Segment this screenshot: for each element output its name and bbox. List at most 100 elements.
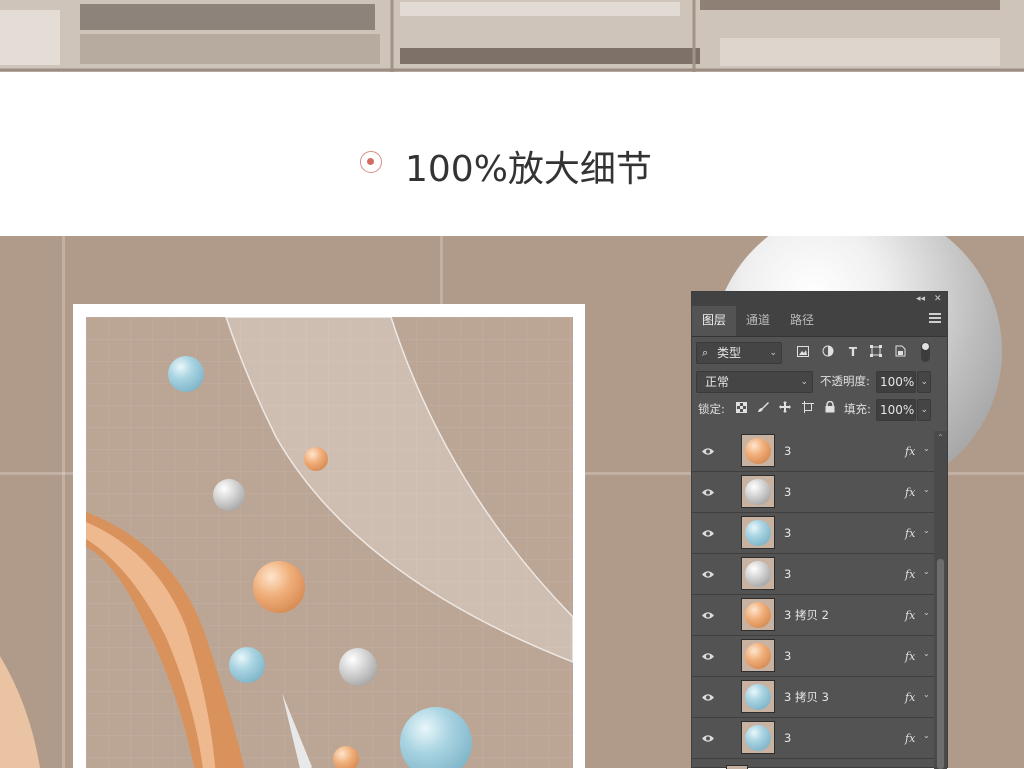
layer-name[interactable]: 3: [784, 472, 791, 513]
tab-layers[interactable]: 图层: [692, 306, 736, 336]
visibility-eye-icon[interactable]: [702, 527, 714, 537]
layer-thumbnail: [741, 434, 775, 467]
scrollbar-thumb[interactable]: [937, 559, 944, 769]
tab-paths[interactable]: 路径: [780, 306, 824, 336]
layer-effects-fx-icon[interactable]: fx: [905, 431, 915, 472]
layer-row[interactable]: 3 fx ⌄: [692, 472, 934, 513]
chevron-down-icon: ⌄: [920, 405, 928, 415]
layer-effects-fx-icon[interactable]: fx: [905, 554, 915, 595]
smart-object-filter-icon[interactable]: [892, 343, 908, 363]
lock-label: 锁定:: [698, 402, 725, 416]
layer-thumbnail: [741, 598, 775, 631]
tab-channels[interactable]: 通道: [736, 306, 780, 336]
panel-tabs: 图层 通道 路径: [692, 306, 947, 337]
orange-sphere: [333, 746, 359, 768]
blend-mode-select[interactable]: 正常 ⌄: [696, 371, 813, 393]
pixel-layer-filter-icon[interactable]: [795, 343, 811, 363]
lock-all-icon[interactable]: [823, 399, 837, 419]
fill-dropdown-button[interactable]: ⌄: [917, 399, 931, 421]
layer-row[interactable]: 3 拷贝 3 fx ⌄: [692, 677, 934, 718]
grey-sphere: [213, 479, 245, 511]
layer-row[interactable]: 3 fx ⌄: [692, 636, 934, 677]
layer-name[interactable]: 3: [784, 554, 791, 595]
opacity-input[interactable]: 100%: [876, 371, 916, 393]
layer-effects-fx-icon[interactable]: fx: [905, 472, 915, 513]
layer-thumbnail: [741, 721, 775, 754]
close-icon[interactable]: ✕: [934, 292, 942, 306]
layer-thumbnail: [741, 639, 775, 672]
layer-effects-fx-icon[interactable]: fx: [905, 636, 915, 677]
panel-menu-icon[interactable]: [929, 313, 941, 325]
chevron-down-icon: ⌄: [769, 348, 777, 358]
visibility-eye-icon[interactable]: [702, 691, 714, 701]
layer-name[interactable]: 3 拷贝 2: [784, 595, 829, 636]
layer-filter-value: 类型: [717, 346, 742, 360]
lock-paint-brush-icon[interactable]: [756, 399, 770, 419]
chevron-down-icon[interactable]: ⌄: [923, 485, 930, 494]
chevron-down-icon[interactable]: ⌄: [923, 649, 930, 658]
layer-row[interactable]: 3 fx ⌄: [692, 718, 934, 759]
chevron-down-icon[interactable]: ⌄: [923, 567, 930, 576]
visibility-eye-icon[interactable]: [702, 650, 714, 660]
visibility-eye-icon[interactable]: [702, 568, 714, 578]
visibility-eye-icon[interactable]: [702, 609, 714, 619]
layer-thumbnail: [741, 680, 775, 713]
blue-sphere: [229, 647, 265, 683]
filter-toggle-switch[interactable]: [921, 342, 930, 362]
target-circle-icon: [360, 151, 382, 173]
type-layer-filter-icon[interactable]: T: [845, 342, 861, 362]
layer-effects-fx-icon[interactable]: fx: [905, 595, 915, 636]
opacity-value: 100%: [880, 375, 915, 389]
layer-row[interactable]: 3 fx ⌄: [692, 431, 934, 472]
page-title: 100%放大细节: [405, 149, 652, 190]
blend-mode-value: 正常: [705, 375, 730, 389]
chevron-down-icon: ⌄: [800, 377, 808, 387]
blue-sphere: [168, 356, 204, 392]
layer-filter-select[interactable]: ⌕ 类型 ⌄: [696, 342, 782, 364]
layer-effects-fx-icon[interactable]: fx: [905, 513, 915, 554]
chevron-down-icon[interactable]: ⌄: [923, 731, 930, 740]
layer-effects-fx-icon[interactable]: fx: [905, 677, 915, 718]
layer-name[interactable]: 3: [784, 513, 791, 554]
fill-label: 填充:: [844, 402, 871, 416]
layer-name[interactable]: 3: [784, 636, 791, 677]
wood-texture-strip: [0, 0, 1024, 72]
shape-layer-filter-icon[interactable]: [868, 343, 884, 363]
chevron-down-icon[interactable]: ⌄: [923, 526, 930, 535]
layer-thumbnail: [741, 557, 775, 590]
chevron-down-icon: ⌄: [920, 377, 928, 387]
layers-scrollbar[interactable]: ⌃: [934, 431, 947, 769]
search-icon: ⌕: [702, 346, 709, 359]
layer-row[interactable]: 3 fx ⌄: [692, 513, 934, 554]
chevron-down-icon[interactable]: ⌄: [923, 444, 930, 453]
adjustment-layer-filter-icon[interactable]: [820, 343, 836, 363]
grey-sphere: [339, 648, 377, 686]
panel-titlebar: ◂◂ ✕: [692, 292, 947, 306]
layer-row[interactable]: 3 fx ⌄: [692, 554, 934, 595]
wood-planks-graphic: [0, 0, 1024, 72]
lock-move-icon[interactable]: [778, 399, 792, 419]
layer-effects-fx-icon[interactable]: fx: [905, 718, 915, 759]
chevron-down-icon[interactable]: ⌄: [923, 608, 930, 617]
scroll-up-icon[interactable]: ⌃: [937, 433, 944, 442]
orange-sphere: [253, 561, 305, 613]
opacity-dropdown-button[interactable]: ⌄: [917, 371, 931, 393]
framed-artwork: [86, 317, 573, 768]
lock-transparency-icon[interactable]: [734, 399, 748, 419]
layer-name[interactable]: 3: [784, 431, 791, 472]
layers-list: 3 fx ⌄ 3 fx ⌄ 3 fx ⌄ 3 fx ⌄ 3 拷贝 2 fx ⌄ 3 fx ⌄ 3 拷贝 3 fx ⌄ 3 f…: [692, 431, 934, 769]
layer-thumbnail: [741, 475, 775, 508]
artwork-ribbons-graphic: [86, 317, 573, 768]
visibility-eye-icon[interactable]: [702, 486, 714, 496]
layer-thumbnail: [741, 516, 775, 549]
collapse-icon[interactable]: ◂◂: [916, 292, 925, 306]
fill-input[interactable]: 100%: [876, 399, 916, 421]
visibility-eye-icon[interactable]: [702, 732, 714, 742]
lock-artboard-icon[interactable]: [801, 399, 815, 419]
layer-name[interactable]: 3 拷贝 3: [784, 677, 829, 718]
chevron-down-icon[interactable]: ⌄: [923, 690, 930, 699]
visibility-eye-icon[interactable]: [702, 445, 714, 455]
layer-name[interactable]: 3: [784, 718, 791, 759]
layer-thumbnail: [726, 765, 748, 769]
layer-row[interactable]: 3 拷贝 2 fx ⌄: [692, 595, 934, 636]
